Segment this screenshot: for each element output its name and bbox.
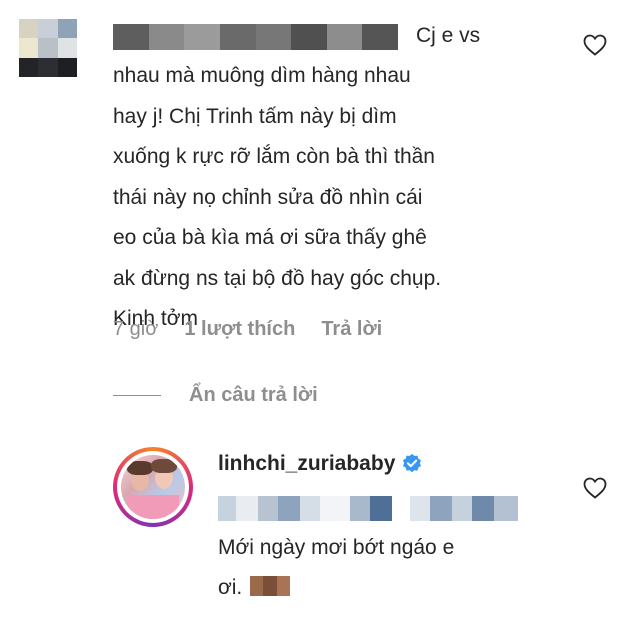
avatar-pixel [38,57,58,77]
blur-block [472,496,494,521]
blur-block [219,24,256,50]
reply-username[interactable]: linhchi_zuriababy [218,452,395,476]
blur-block [370,496,392,521]
blur-block [113,24,149,50]
blur-block [276,576,290,596]
verified-badge-icon [403,453,422,473]
blur-block [410,496,430,521]
comment-text: nhau mà muông dìm hàng nhau hay j! Chị T… [113,64,442,330]
reply-button[interactable]: Trả lời [321,318,382,341]
avatar-pixel [19,57,39,77]
commenter-username-fragment: Cj e vs [416,24,481,47]
blur-block [326,24,363,50]
hide-replies-label: Ẩn câu trả lời [189,384,318,406]
blur-block [255,24,292,50]
reply-mention-censored [218,496,518,521]
heart-outline-icon[interactable] [583,34,607,56]
blur-block [300,496,320,521]
reply-username-row[interactable]: linhchi_zuriababy [218,452,423,476]
blur-block [218,496,236,521]
blur-block [184,24,220,50]
blur-block [320,496,350,521]
hair-shape [127,461,153,475]
avatar-photo [121,455,185,519]
hair-shape [151,459,177,473]
comment-time[interactable]: 7 giờ [113,318,158,341]
blur-block [350,496,370,521]
avatar-pixel [19,19,39,39]
blur-block [362,24,398,50]
blur-block [263,576,277,596]
avatar-pixel [57,19,77,39]
avatar-pixel [57,38,77,58]
comment-likes[interactable]: 1 lượt thích [184,318,295,341]
heart-outline-icon[interactable] [583,477,607,499]
commenter-avatar[interactable] [19,19,77,77]
avatar-pixel [38,19,58,39]
blur-block [392,496,410,521]
blur-block [236,496,258,521]
avatar-pixel [57,57,77,77]
divider-line [113,395,161,396]
blur-block [494,496,518,521]
blur-block [452,496,472,521]
hide-replies-button[interactable]: Ẩn câu trả lời [113,384,318,407]
blur-block [291,24,327,50]
avatar-pixel [19,38,39,58]
blur-block [430,496,452,521]
avatar-pixel [38,38,58,58]
clothing-shape [127,495,179,519]
reply-avatar[interactable] [113,447,193,527]
blur-block [148,24,185,50]
commenter-username-censored[interactable] [113,24,398,50]
reply-text: Mới ngày mơi bớt ngáo e ơi. [218,536,455,599]
blur-block [278,496,300,521]
emoji-censored [250,576,290,596]
comment-meta: 7 giờ 1 lượt thích Trả lời [113,318,382,341]
blur-block [258,496,278,521]
blur-block [250,576,264,596]
